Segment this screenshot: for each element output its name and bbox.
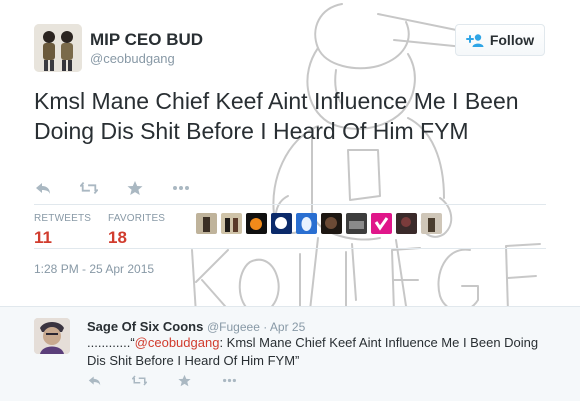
favoriter-avatar[interactable] [396,213,417,234]
add-user-icon [465,34,484,47]
reply-mention-link[interactable]: @ceobudgang [135,335,220,350]
divider-top [34,204,546,205]
retweet-icon[interactable] [132,374,147,387]
favoriter-avatar[interactable] [346,213,367,234]
more-icon[interactable] [172,180,190,196]
retweets-label: RETWEETS [34,213,92,224]
user-handle[interactable]: @ceobudgang [90,51,175,66]
reply-icon[interactable] [34,180,52,196]
favoriter-avatars [196,213,442,234]
reply-avatar[interactable] [34,318,70,354]
reply-text-prefix: ............“ [87,335,135,350]
reply-text: ............“@ceobudgang: Kmsl Mane Chie… [87,334,557,370]
retweets-stat[interactable]: RETWEETS 11 [34,213,91,248]
reply-icon[interactable] [87,374,102,387]
favorite-icon[interactable] [177,374,192,387]
divider-mid [34,248,546,249]
favoriter-avatar[interactable] [271,213,292,234]
tweet-timestamp[interactable]: 1:28 PM - 25 Apr 2015 [34,262,154,276]
favoriter-avatar[interactable] [371,213,392,234]
reply-actions [87,374,237,390]
user-avatar[interactable] [34,24,82,72]
reply-avatar-drawing-icon [34,318,70,354]
favoriter-avatar[interactable] [321,213,342,234]
favoriter-avatar[interactable] [196,213,217,234]
more-icon[interactable] [222,374,237,387]
tweet-actions [34,178,190,198]
favoriter-avatar[interactable] [421,213,442,234]
tweet-text: Kmsl Mane Chief Keef Aint Influence Me I… [34,88,519,144]
favoriter-avatar[interactable] [221,213,242,234]
favorite-icon[interactable] [126,180,144,196]
favoriter-avatar[interactable] [296,213,317,234]
retweets-count: 11 [34,228,52,247]
favoriter-avatar[interactable] [246,213,267,234]
favorites-count: 18 [108,228,127,247]
favorites-label: FAVORITES [108,213,166,224]
display-name[interactable]: MIP CEO BUD [90,30,203,50]
avatar-photo-icon [34,24,82,72]
reply-display-name[interactable]: Sage Of Six Coons [87,319,203,334]
reply-separator: · [263,320,268,334]
reply-date[interactable]: Apr 25 [270,320,305,334]
reply-handle[interactable]: @Fugeee [207,320,260,334]
retweet-icon[interactable] [80,180,98,196]
favorites-stat[interactable]: FAVORITES 18 [108,213,165,248]
follow-label: Follow [489,32,535,48]
reply-meta: @Fugeee · Apr 25 [207,320,305,334]
follow-button[interactable]: Follow [455,24,545,56]
